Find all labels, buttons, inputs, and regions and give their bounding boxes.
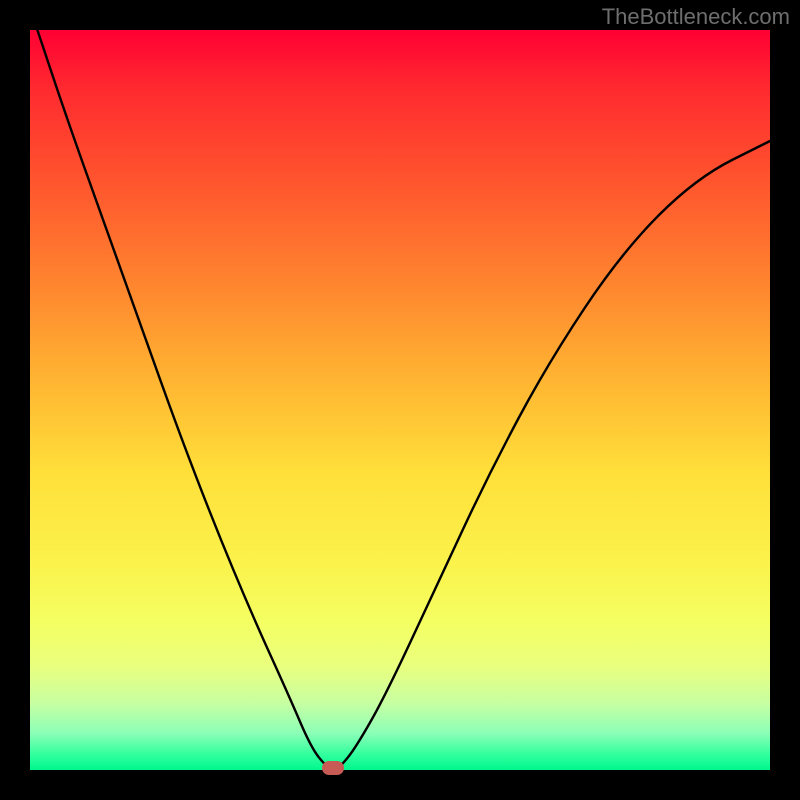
watermark-text: TheBottleneck.com (602, 4, 790, 30)
chart-frame: TheBottleneck.com (0, 0, 800, 800)
minimum-marker (322, 761, 344, 775)
chart-plot-area (30, 30, 770, 770)
